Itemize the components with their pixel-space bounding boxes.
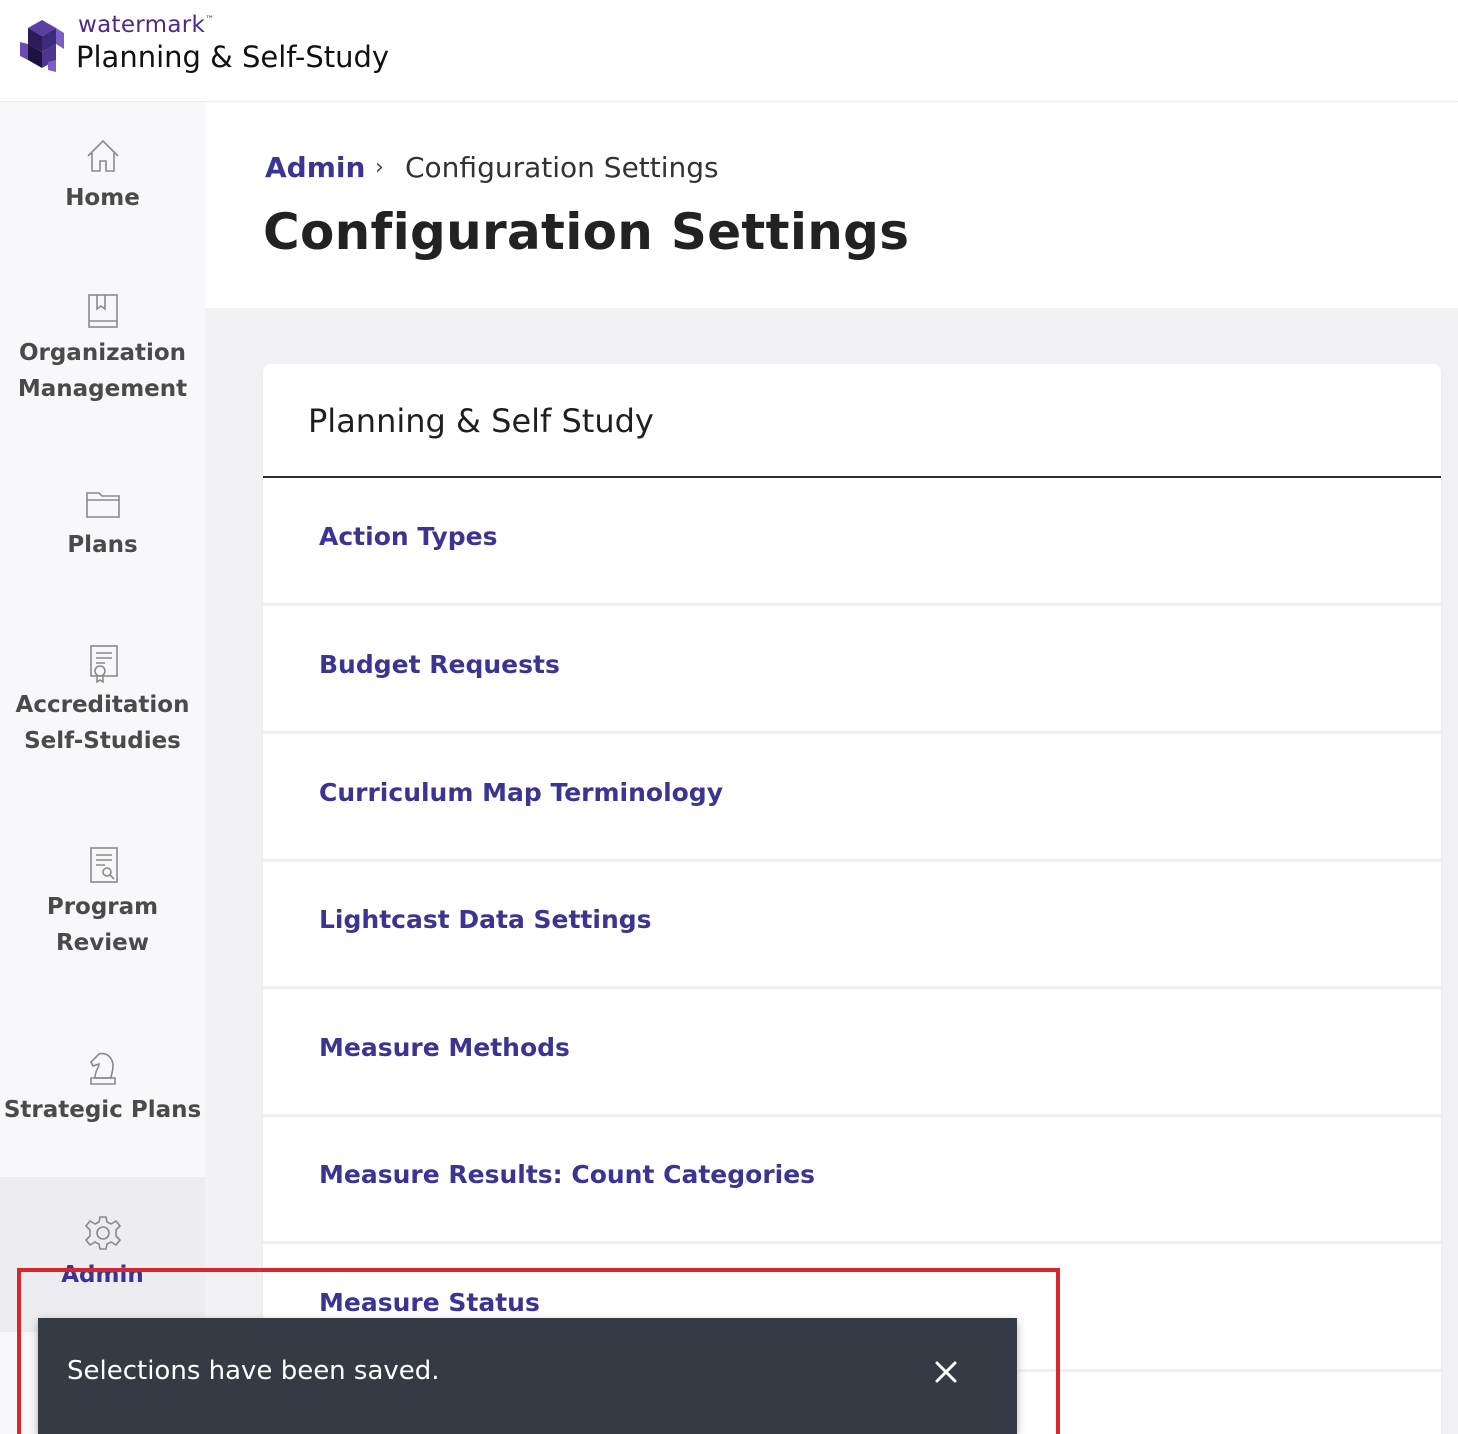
sidebar-item-label: Plans: [67, 532, 138, 558]
watermark-logo-icon: [20, 20, 64, 72]
sidebar-item-strategic-plans[interactable]: Strategic Plans: [0, 1048, 205, 1128]
measure-methods-link[interactable]: Measure Methods: [319, 1033, 570, 1062]
sidebar-item-program-review[interactable]: Program Review: [0, 845, 205, 961]
sidebar-item-label: Organization Management: [17, 340, 188, 402]
folder-icon: [85, 492, 120, 518]
sidebar-item-label: Strategic Plans: [3, 1097, 202, 1123]
sidebar-item-accreditation-self-studies[interactable]: Accreditation Self-Studies: [0, 643, 205, 759]
chess-knight-icon: [89, 1052, 116, 1085]
sidebar-item-label: Accreditation Self-Studies: [15, 692, 190, 754]
breadcrumb-current: Configuration Settings: [405, 151, 719, 184]
list-item: Budget Requests: [263, 606, 1441, 734]
list-item: Curriculum Map Terminology: [263, 734, 1441, 862]
toast-notification: Selections have been saved.: [38, 1318, 1017, 1434]
sidebar: Home Organization Management Plans Accre…: [0, 103, 205, 1434]
breadcrumb-admin-link[interactable]: Admin: [265, 151, 365, 184]
curriculum-map-terminology-link[interactable]: Curriculum Map Terminology: [319, 778, 723, 807]
measure-results-count-categories-link[interactable]: Measure Results: Count Categories: [319, 1160, 815, 1189]
sidebar-item-plans[interactable]: Plans: [0, 483, 205, 563]
page-header: Admin › Configuration Settings Configura…: [205, 103, 1458, 308]
gear-icon: [84, 1216, 121, 1250]
list-item: Measure Results: Count Categories: [263, 1116, 1441, 1244]
sidebar-item-label: Program Review: [46, 894, 159, 956]
page-title: Configuration Settings: [263, 203, 910, 261]
sidebar-item-home[interactable]: Home: [0, 136, 205, 216]
top-bar: watermark™ Planning & Self-Study: [0, 0, 1458, 102]
sidebar-item-label: Home: [65, 185, 140, 211]
brand-name: watermark™: [78, 12, 215, 38]
list-item: Lightcast Data Settings: [263, 861, 1441, 989]
action-types-link[interactable]: Action Types: [319, 522, 497, 551]
certificate-icon: [89, 645, 118, 683]
lightcast-data-settings-link[interactable]: Lightcast Data Settings: [319, 905, 652, 934]
list-item: Measure Methods: [263, 989, 1441, 1117]
budget-requests-link[interactable]: Budget Requests: [319, 650, 560, 679]
sidebar-item-organization-management[interactable]: Organization Management: [0, 291, 205, 407]
home-icon: [86, 139, 119, 172]
product-name: Planning & Self-Study: [76, 40, 390, 74]
book-icon: [87, 294, 118, 328]
breadcrumb-separator-icon: ›: [375, 155, 384, 180]
card-title: Planning & Self Study: [308, 402, 654, 440]
toast-message: Selections have been saved.: [67, 1356, 440, 1386]
close-icon[interactable]: [931, 1354, 961, 1390]
list-item: Action Types: [263, 478, 1441, 606]
document-search-icon: [89, 847, 118, 883]
